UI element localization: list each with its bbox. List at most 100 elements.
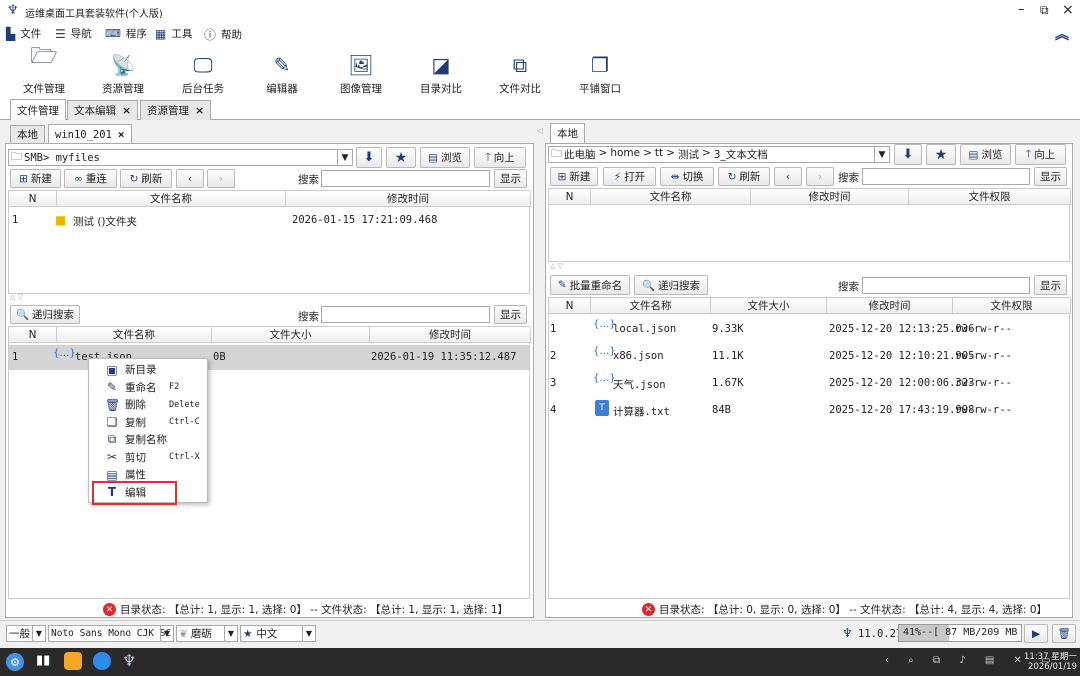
toolbar-file-manager[interactable]: 🗁 文件管理 [4, 44, 84, 96]
close-tab-icon[interactable]: × [118, 128, 125, 141]
column-header-time[interactable]: 修改时间 [370, 327, 531, 343]
right-file-show-button[interactable]: 显示 [1034, 275, 1067, 295]
left-up-button[interactable]: 🡑 向上 [474, 147, 526, 168]
minimize-icon[interactable]: – [1018, 2, 1025, 17]
dropdown-arrow-icon[interactable]: ▼ [160, 626, 173, 641]
left-dir-search-input[interactable] [321, 170, 490, 187]
toolbar-background-tasks[interactable]: 🖵 后台任务 [163, 50, 243, 96]
left-recursive-search-button[interactable]: 🔍 递归搜索 [10, 305, 80, 324]
file-manager-app-icon[interactable] [64, 652, 82, 670]
breadcrumb-item[interactable]: 测试 [678, 147, 699, 162]
restore-icon[interactable]: ⧉ [1040, 3, 1049, 18]
menu-navigate[interactable]: ☰ 导航 [55, 26, 92, 41]
left-path-combo[interactable]: 🗀 SMB> myfiles ▼ [8, 149, 353, 166]
right-tab-local[interactable]: 本地 [550, 123, 585, 143]
batch-rename-button[interactable]: ✎ 批量重命名 [550, 275, 630, 295]
left-reconnect-button[interactable]: ∞ 重连 [64, 169, 117, 188]
level-select[interactable]: 一般 ▼ [6, 625, 46, 642]
splitter-arrow-icon[interactable]: ◁ [537, 126, 543, 135]
table-row[interactable]: 4 T 计算器.txt 84B 2025-12-20 17:43:19.998 … [549, 397, 1069, 422]
right-switch-button[interactable]: ⇹ 切换 [660, 167, 714, 186]
column-header-size[interactable]: 文件大小 [212, 327, 370, 343]
dropdown-arrow-icon[interactable]: ▼ [32, 626, 45, 641]
right-new-button[interactable]: ⊞ 新建 [550, 167, 598, 186]
start-menu-icon[interactable]: ⚙ [6, 653, 24, 671]
menu-tools[interactable]: ▦ 工具 [155, 26, 192, 41]
right-forward-button[interactable]: › [806, 167, 834, 186]
column-header-size[interactable]: 文件大小 [711, 298, 827, 314]
tab-resource-manager[interactable]: 资源管理 × [140, 100, 212, 120]
column-header-time[interactable]: 修改时间 [751, 189, 909, 205]
menu-item-copy-name[interactable]: ⧉ 复制名称 [89, 431, 207, 449]
menu-item-delete[interactable]: 🗑 删除 Delete [89, 396, 207, 414]
table-row[interactable]: 1 {…} local.json 9.33K 2025-12-20 12:13:… [549, 316, 1069, 341]
column-header-time[interactable]: 修改时间 [286, 191, 531, 207]
multitask-icon[interactable]: ▮▮ [36, 653, 50, 668]
column-header-permission[interactable]: 文件权限 [909, 189, 1071, 205]
close-icon[interactable]: × [1062, 2, 1074, 18]
gc-run-button[interactable]: ▶ [1024, 624, 1048, 643]
collapse-up-icon[interactable]: ︽ [1055, 24, 1069, 44]
toolbar-image-manager[interactable]: 🖼 图像管理 [321, 50, 401, 96]
column-header-time[interactable]: 修改时间 [827, 298, 953, 314]
column-header-permission[interactable]: 文件权限 [953, 298, 1071, 314]
right-dir-show-button[interactable]: 显示 [1034, 167, 1067, 186]
right-up-button[interactable]: 🡑 向上 [1015, 144, 1066, 165]
right-dir-search-input[interactable] [862, 168, 1030, 185]
breadcrumb-item[interactable]: 3_文本文档 [714, 147, 768, 162]
left-download-button[interactable]: ⬇ [356, 147, 382, 168]
right-file-search-input[interactable] [862, 277, 1030, 294]
toolbar-resource-manager[interactable]: 📡 资源管理 [83, 50, 163, 96]
left-file-show-button[interactable]: 显示 [494, 305, 527, 324]
table-row[interactable]: 3 {…} 天气.json 1.67K 2025-12-20 12:00:06.… [549, 370, 1069, 395]
column-header-n[interactable]: N [549, 189, 591, 205]
right-bookmark-button[interactable]: ★ [926, 144, 956, 165]
column-header-n[interactable]: N [549, 298, 591, 314]
left-tab-remote[interactable]: win10_201 × [48, 124, 132, 144]
left-bookmark-button[interactable]: ★ [386, 147, 416, 168]
column-header-name[interactable]: 文件名称 [57, 327, 212, 343]
left-refresh-button[interactable]: ↻ 刷新 [120, 169, 172, 188]
column-header-name[interactable]: 文件名称 [591, 189, 751, 205]
splitter-handle[interactable]: △ ▽ [550, 262, 563, 270]
breadcrumb-item[interactable]: home [610, 147, 640, 162]
right-recursive-search-button[interactable]: 🔍 递归搜索 [634, 275, 708, 295]
menu-item-copy[interactable]: ❏ 复制 Ctrl-C [89, 414, 207, 432]
breadcrumb-item[interactable]: tt [655, 147, 663, 162]
menu-item-rename[interactable]: ✎ 重命名 F2 [89, 379, 207, 397]
right-refresh-button[interactable]: ↻ 刷新 [718, 167, 770, 186]
menu-item-new-dir[interactable]: ▣ 新目录 [89, 361, 207, 379]
theme-select[interactable]: ❦ 磨砺 ▼ [176, 625, 238, 642]
right-browse-button[interactable]: ▤ 浏览 [960, 144, 1011, 165]
close-tab-icon[interactable]: × [195, 104, 204, 117]
dropdown-arrow-icon[interactable]: ▼ [302, 626, 315, 641]
splitter-handle[interactable]: △ ▽ [10, 293, 23, 301]
close-tab-icon[interactable]: × [122, 104, 131, 117]
dropdown-arrow-icon[interactable]: ▼ [337, 150, 352, 165]
app-logo-icon[interactable]: ♆ [122, 651, 136, 670]
column-header-n[interactable]: N [9, 327, 57, 343]
dropdown-arrow-icon[interactable]: ▼ [874, 147, 889, 162]
tab-file-manager[interactable]: 文件管理 [10, 99, 66, 120]
left-dir-show-button[interactable]: 显示 [494, 169, 527, 188]
right-path-combo[interactable]: 🗀 此电脑 > home > tt > 测试 > 3_文本文档 ▼ [548, 146, 890, 163]
right-open-button[interactable]: ⚡ 打开 [603, 167, 656, 186]
right-download-button[interactable]: ⬇ [894, 144, 922, 165]
browser-app-icon[interactable] [93, 652, 111, 670]
font-select[interactable]: Noto Sans Mono CJK SC ▼ [48, 625, 174, 642]
column-header-name[interactable]: 文件名称 [591, 298, 711, 314]
table-row[interactable]: 2 {…} x86.json 11.1K 2025-12-20 12:10:21… [549, 343, 1069, 368]
right-back-button[interactable]: ‹ [774, 167, 802, 186]
left-tab-local[interactable]: 本地 [10, 125, 45, 143]
left-file-search-input[interactable] [321, 306, 490, 323]
toolbar-dir-compare[interactable]: ◪ 目录对比 [401, 50, 481, 96]
table-row[interactable]: 1 {…} test.json 0B 2026-01-19 11:35:12.4… [9, 345, 529, 370]
breadcrumb-item[interactable]: 此电脑 [564, 147, 596, 162]
column-header-n[interactable]: N [9, 191, 57, 207]
menu-program[interactable]: ⌨ 程序 [105, 26, 147, 41]
menu-item-cut[interactable]: ✂ 剪切 Ctrl-X [89, 449, 207, 467]
dropdown-arrow-icon[interactable]: ▼ [224, 626, 237, 641]
table-row[interactable]: 1 ■ 测试 ()文件夹 2026-01-15 17:21:09.468 [9, 211, 529, 229]
menu-help[interactable]: ⓘ 帮助 [204, 26, 242, 43]
left-forward-button[interactable]: › [207, 169, 235, 188]
